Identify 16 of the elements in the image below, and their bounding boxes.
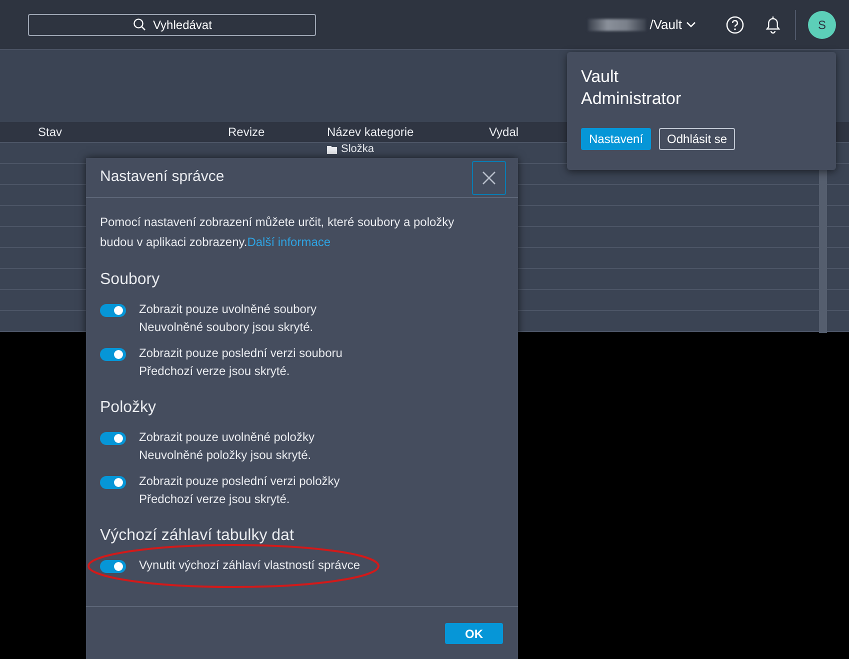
- table-cell: Složka: [341, 143, 374, 156]
- option-label: Vynutit výchozí záhlaví vlastností správce: [139, 557, 360, 574]
- section-heading: Soubory: [100, 270, 161, 290]
- option-hint: Předchozí verze jsou skryté.: [139, 491, 291, 508]
- option-label: Zobrazit pouze poslední verzi souboru: [139, 345, 342, 362]
- intro-text: Pomocí nastavení zobrazení můžete určit, které soubory a položky budou v aplikaci zobrazeny.Další informace: [100, 214, 456, 251]
- user-name: Vault Administrator: [581, 66, 682, 110]
- option-label: Zobrazit pouze uvolněné soubory: [139, 301, 316, 318]
- option-label: Zobrazit pouze uvolněné položky: [139, 429, 314, 446]
- option-hint: Neuvolněné položky jsou skryté.: [139, 447, 312, 464]
- option-label: Zobrazit pouze poslední verzi položky: [139, 473, 340, 490]
- option-hint: Předchozí verze jsou skryté.: [139, 363, 291, 380]
- option-hint: Neuvolněné soubory jsou skryté.: [139, 319, 314, 336]
- section-heading: Položky: [100, 398, 158, 418]
- section-heading: Výchozí záhlaví tabulky dat: [100, 526, 295, 546]
- dialog-title: Nastavení správce: [100, 167, 224, 188]
